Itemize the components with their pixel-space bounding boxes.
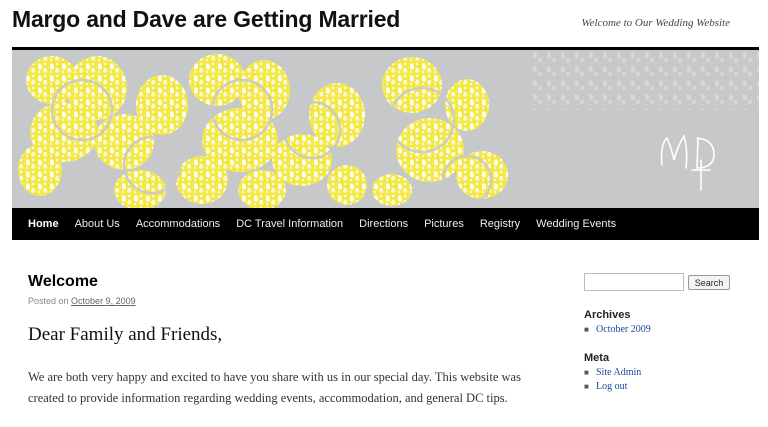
damask-pattern-image [18, 50, 759, 208]
archive-link-october-2009[interactable]: October 2009 [596, 324, 651, 335]
post-title[interactable]: Welcome [28, 273, 98, 291]
nav-item-home[interactable]: Home [28, 218, 59, 230]
header-banner [12, 50, 759, 208]
nav-item-wedding-events[interactable]: Wedding Events [536, 218, 616, 230]
search-input[interactable] [584, 273, 684, 291]
post-body: We are both very happy and excited to ha… [28, 370, 521, 405]
nav-item-pictures[interactable]: Pictures [424, 218, 464, 230]
nav-item-registry[interactable]: Registry [480, 218, 520, 230]
main-navigation: Home About Us Accommodations DC Travel I… [12, 208, 759, 240]
log-out-link[interactable]: Log out [596, 381, 627, 392]
site-admin-link[interactable]: Site Admin [596, 367, 641, 378]
post-meta: Posted on October 9, 2009 [28, 296, 136, 306]
nav-item-directions[interactable]: Directions [359, 218, 408, 230]
monogram-logo [660, 134, 715, 191]
search-button[interactable]: Search [688, 275, 730, 290]
list-item: ■ Site Admin [584, 365, 641, 379]
nav-item-accommodations[interactable]: Accommodations [136, 218, 220, 230]
nav-item-about-us[interactable]: About Us [75, 218, 120, 230]
bullet-icon: ■ [584, 381, 589, 391]
nav-item-dc-travel-information[interactable]: DC Travel Information [236, 218, 343, 230]
post-date-link[interactable]: October 9, 2009 [71, 296, 136, 306]
site-description: Welcome to Our Wedding Website [581, 17, 730, 29]
list-item: ■ Log out [584, 379, 641, 393]
post-greeting: Dear Family and Friends, [28, 324, 223, 345]
bullet-icon: ■ [584, 324, 589, 334]
archives-list: ■ October 2009 [584, 322, 651, 336]
list-item: ■ October 2009 [584, 322, 651, 336]
site-title[interactable]: Margo and Dave are Getting Married [12, 6, 400, 33]
meta-widget-title: Meta [584, 352, 610, 364]
archives-widget-title: Archives [584, 309, 631, 321]
bullet-icon: ■ [584, 367, 589, 377]
meta-list: ■ Site Admin ■ Log out [584, 365, 641, 393]
posted-on-label: Posted on [28, 296, 69, 306]
